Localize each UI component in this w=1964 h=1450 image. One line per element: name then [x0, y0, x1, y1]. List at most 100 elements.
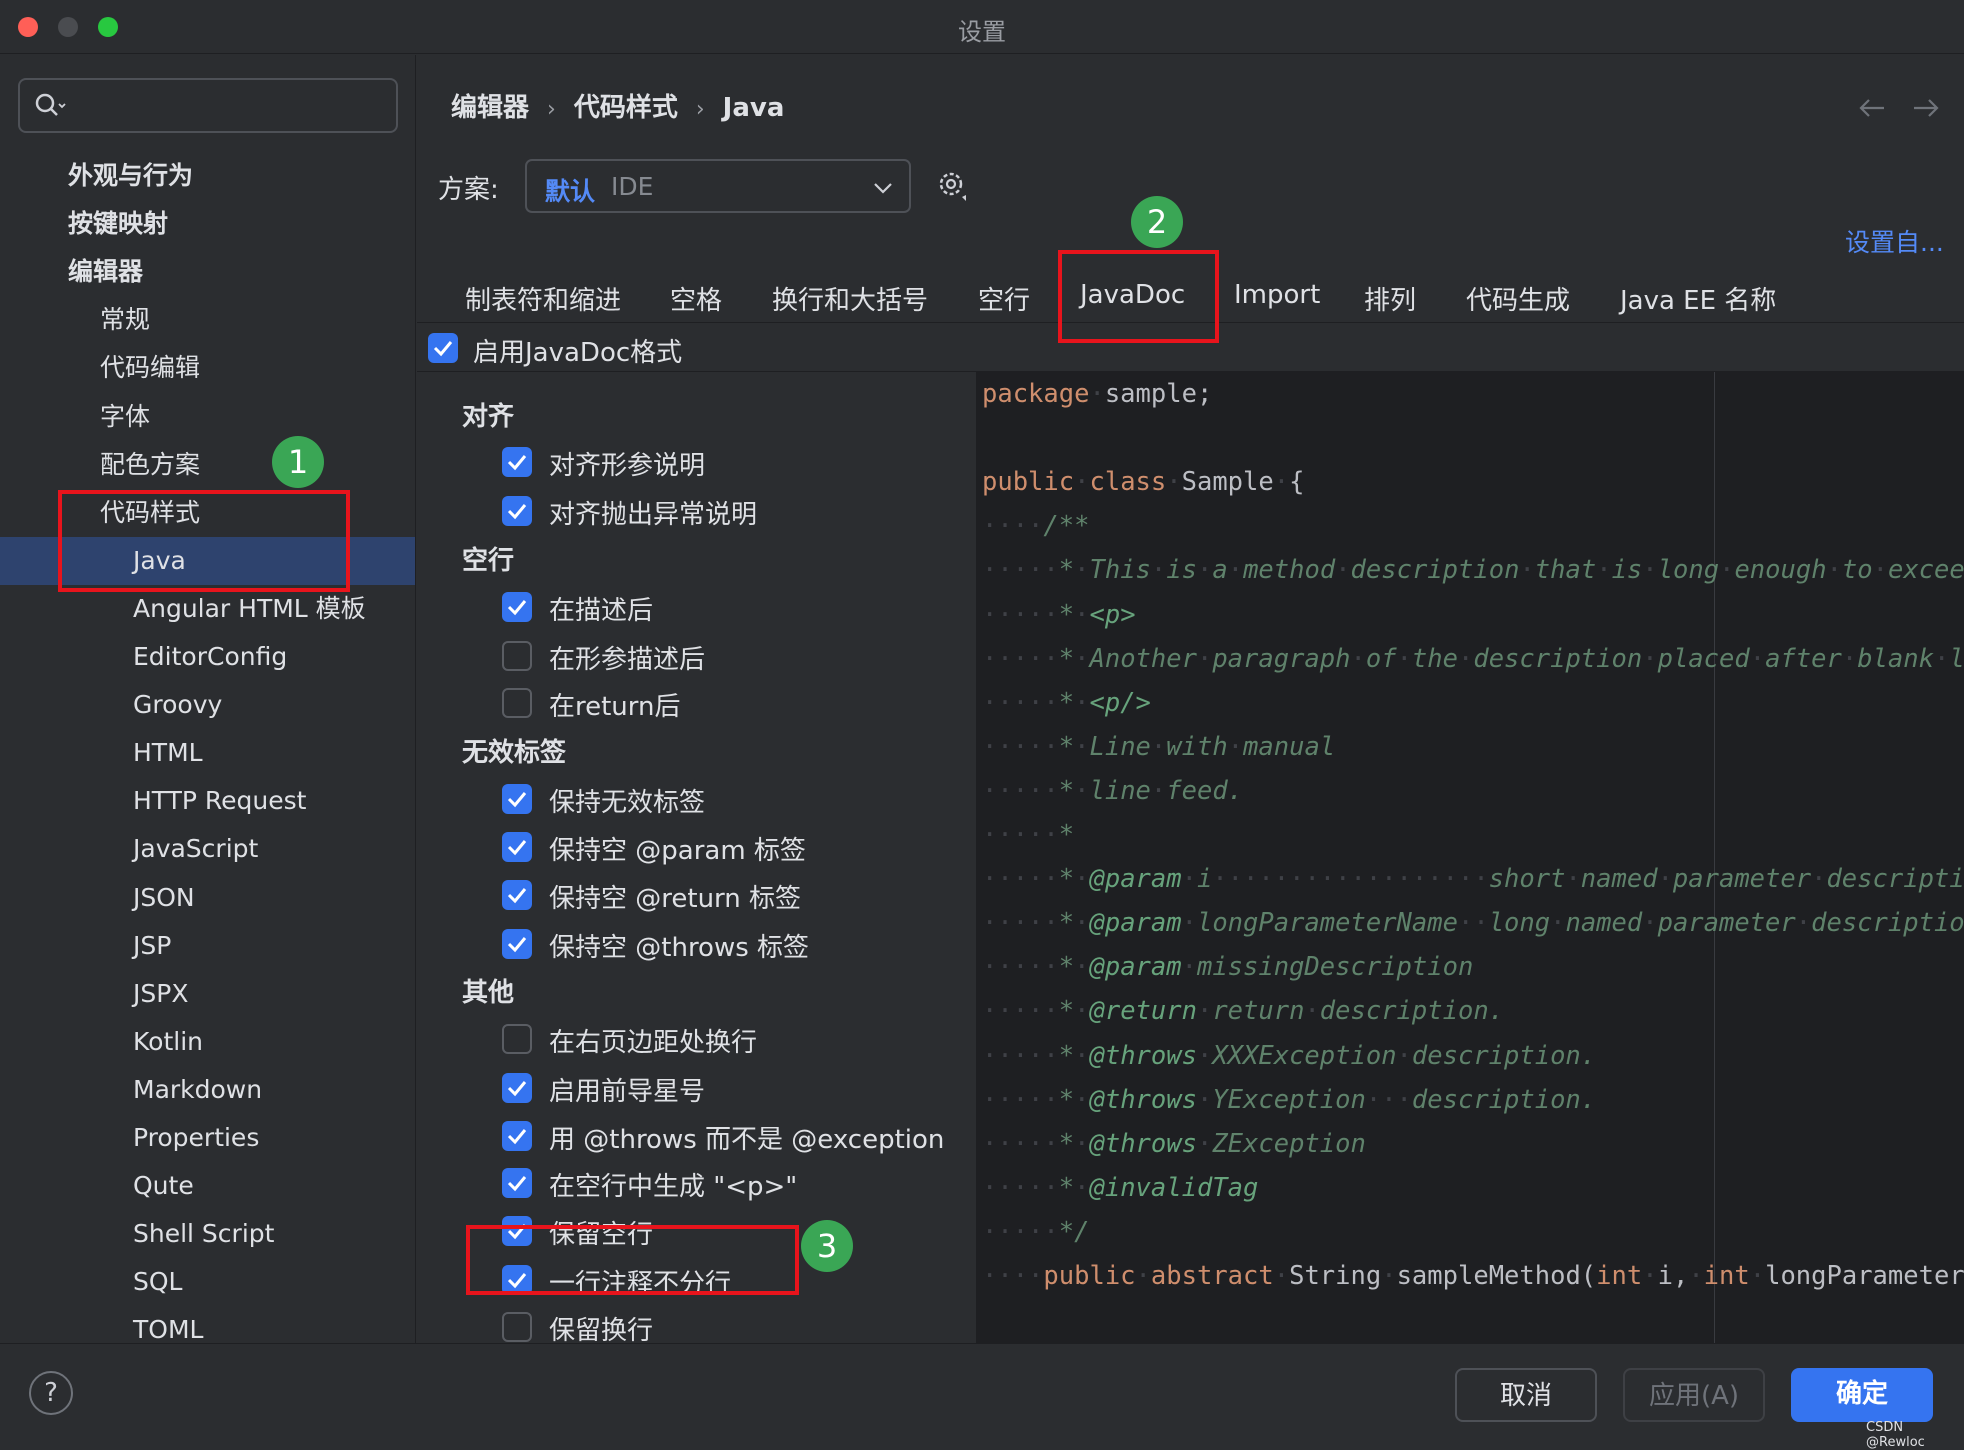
whitespace-marker: · — [1196, 1084, 1213, 1115]
option-checkbox[interactable] — [502, 1168, 532, 1198]
annotation-box-1 — [58, 490, 350, 592]
sidebar-item[interactable]: Kotlin — [0, 1018, 415, 1066]
sidebar-item[interactable]: Properties — [0, 1114, 415, 1162]
sidebar-item[interactable]: TOML — [0, 1306, 415, 1343]
sidebar-item-label: Shell Script — [133, 1219, 275, 1249]
whitespace-marker: · — [1749, 643, 1766, 674]
sidebar-item[interactable]: Markdown — [0, 1066, 415, 1114]
option-checkbox[interactable] — [502, 832, 532, 862]
option-checkbox[interactable] — [502, 641, 532, 671]
option-checkbox[interactable] — [502, 688, 532, 718]
code-token: * — [1058, 1084, 1075, 1115]
checkmark-icon — [507, 1176, 527, 1192]
sidebar-item[interactable]: JSON — [0, 874, 415, 922]
option-checkbox[interactable] — [502, 1121, 532, 1151]
sidebar-item[interactable]: Shell Script — [0, 1210, 415, 1258]
option-checkbox[interactable] — [502, 1312, 532, 1342]
watermark: CSDN @Rewloc — [1866, 1420, 1925, 1450]
forward-arrow-icon[interactable] — [1911, 97, 1941, 119]
sidebar-item[interactable]: 字体 — [0, 393, 415, 441]
whitespace-marker: · — [1074, 643, 1090, 674]
checkmark-icon — [507, 455, 527, 471]
help-button[interactable]: ? — [29, 1371, 73, 1415]
sidebar-item-label: Kotlin — [133, 1026, 203, 1056]
set-from-link[interactable]: 设置自... — [1845, 223, 1944, 259]
option-checkbox[interactable] — [502, 1024, 532, 1054]
breadcrumb-item[interactable]: 编辑器 — [451, 93, 529, 123]
tab-代码生成[interactable]: 代码生成 — [1466, 280, 1570, 317]
whitespace-marker: · — [1150, 555, 1167, 586]
whitespace-marker: · — [1642, 1261, 1658, 1291]
ok-button[interactable]: 确定 — [1791, 1368, 1933, 1422]
code-token: * — [1058, 731, 1075, 762]
sidebar-item[interactable]: HTTP Request — [0, 777, 415, 825]
whitespace-marker: · — [1181, 908, 1197, 939]
apply-button[interactable]: 应用(A) — [1623, 1368, 1765, 1422]
scheme-dropdown[interactable]: 默认 IDE — [525, 159, 911, 213]
cancel-button[interactable]: 取消 — [1455, 1368, 1597, 1422]
code-token: exceed — [1888, 555, 1964, 586]
enable-javadoc-checkbox[interactable] — [428, 333, 458, 363]
tab-空行[interactable]: 空行 — [978, 280, 1030, 317]
sidebar-item-label: Properties — [133, 1123, 260, 1152]
code-token: description — [1350, 555, 1520, 586]
scheme-value: IDE — [611, 172, 654, 201]
code-token: paragraph — [1212, 643, 1351, 674]
whitespace-marker: ····· — [982, 643, 1059, 674]
whitespace-marker: ····· — [982, 996, 1059, 1027]
code-token: sampleMethod( — [1396, 1261, 1597, 1291]
sidebar-item[interactable]: 编辑器 — [0, 248, 415, 296]
option-label: 对齐形参说明 — [549, 451, 706, 481]
sidebar-item[interactable]: 外观与行为 — [0, 152, 415, 200]
tab-import[interactable]: Import — [1234, 280, 1320, 310]
sidebar-item[interactable]: 按键映射 — [0, 200, 415, 248]
option-checkbox[interactable] — [502, 929, 532, 959]
tab-制表符和缩进[interactable]: 制表符和缩进 — [465, 280, 621, 317]
code-token: of — [1365, 643, 1397, 674]
sidebar-item[interactable]: Qute — [0, 1162, 415, 1210]
tab-java-ee-名称[interactable]: Java EE 名称 — [1620, 280, 1776, 317]
code-line: ····public·abstract·String·sampleMethod(… — [982, 1261, 1964, 1291]
tab-换行和大括号[interactable]: 换行和大括号 — [772, 280, 928, 317]
sidebar-item[interactable]: 代码编辑 — [0, 344, 415, 392]
code-token: line — [1089, 775, 1151, 806]
code-line: ·····*·@throws·ZException — [982, 1129, 1366, 1159]
whitespace-marker: · — [1135, 1261, 1151, 1291]
code-token: @param — [1089, 952, 1182, 983]
breadcrumb-item: Java — [722, 93, 785, 123]
search-input[interactable] — [18, 78, 398, 133]
sidebar-item-label: HTML — [133, 738, 203, 768]
sidebar-item-label: JavaScript — [133, 834, 259, 864]
tab-排列[interactable]: 排列 — [1364, 280, 1416, 317]
sidebar-item[interactable]: SQL — [0, 1258, 415, 1306]
tab-空格[interactable]: 空格 — [670, 280, 722, 317]
option-group-header: 无效标签 — [462, 738, 567, 768]
code-token: description. — [1319, 996, 1505, 1027]
back-arrow-icon[interactable] — [1857, 97, 1887, 119]
whitespace-marker: · — [1074, 908, 1090, 939]
option-checkbox[interactable] — [502, 880, 532, 910]
sidebar-item[interactable]: JSP — [0, 922, 415, 970]
option-checkbox[interactable] — [502, 1073, 532, 1103]
sidebar-item[interactable]: Angular HTML 模板 — [0, 585, 415, 633]
sidebar-item[interactable]: HTML — [0, 729, 415, 777]
sidebar-item[interactable]: JavaScript — [0, 825, 415, 873]
breadcrumb-item[interactable]: 代码样式 — [574, 93, 678, 123]
whitespace-marker: · — [1196, 643, 1213, 674]
sidebar-item[interactable]: EditorConfig — [0, 633, 415, 681]
option-checkbox[interactable] — [502, 447, 532, 477]
sidebar-item[interactable]: 配色方案 — [0, 441, 415, 489]
sidebar-item-label: 字体 — [100, 401, 151, 431]
sidebar-item[interactable]: Groovy — [0, 681, 415, 729]
whitespace-marker: · — [1688, 1261, 1704, 1291]
option-checkbox[interactable] — [502, 496, 532, 526]
code-token: parameter — [1657, 908, 1796, 939]
checkmark-icon — [507, 504, 527, 520]
sidebar-item[interactable]: 常规 — [0, 296, 415, 344]
option-checkbox[interactable] — [502, 784, 532, 814]
option-checkbox[interactable] — [502, 592, 532, 622]
code-token: * — [1058, 1128, 1075, 1159]
gear-icon[interactable] — [936, 169, 970, 203]
code-token: long — [1488, 908, 1551, 939]
sidebar-item[interactable]: JSPX — [0, 970, 415, 1018]
